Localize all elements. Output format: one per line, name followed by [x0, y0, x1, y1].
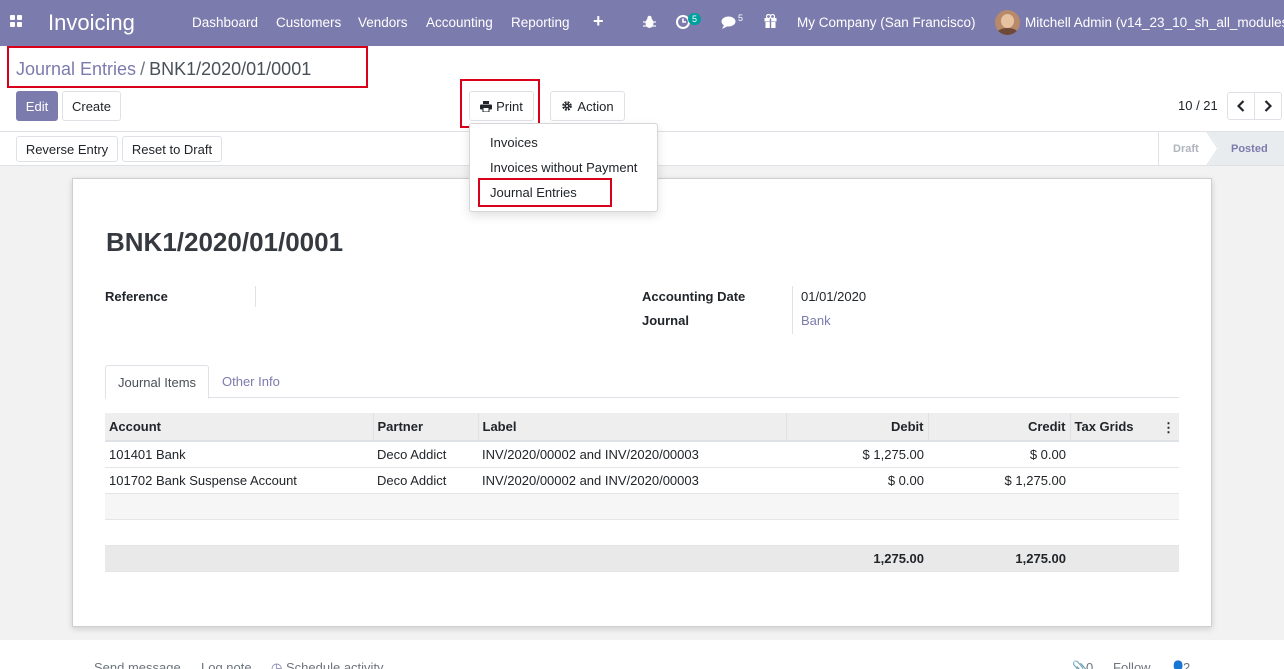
tab-other-info[interactable]: Other Info: [210, 365, 292, 398]
follow-button[interactable]: Follow: [1113, 660, 1151, 669]
message-count: 5: [738, 13, 744, 23]
accounting-date-value: 01/01/2020: [801, 289, 867, 304]
menu-vendors[interactable]: Vendors: [358, 15, 408, 30]
menu-accounting[interactable]: Accounting: [426, 15, 493, 30]
cell-debit: $ 0.00: [786, 467, 928, 494]
followers-count: 2: [1183, 660, 1191, 669]
cell-tax-grids: [1070, 441, 1179, 468]
company-switcher[interactable]: My Company (San Francisco): [797, 15, 976, 30]
column-debit[interactable]: Debit: [786, 413, 929, 442]
cell-account: 101702 Bank Suspense Account: [105, 467, 373, 494]
edit-button[interactable]: Edit: [16, 91, 58, 121]
user-avatar[interactable]: [995, 10, 1020, 35]
notebook-tabs: Journal Items Other Info: [105, 365, 1179, 399]
log-note-button[interactable]: Log note: [201, 660, 252, 669]
totals-row: 1,275.00 1,275.00: [105, 545, 1179, 572]
chevron-right-icon: [1264, 100, 1272, 112]
apps-menu-icon[interactable]: [10, 15, 24, 29]
column-partner[interactable]: Partner: [373, 413, 479, 442]
pager-next-button[interactable]: [1254, 92, 1282, 120]
gift-icon[interactable]: [764, 14, 777, 28]
tab-journal-items[interactable]: Journal Items: [105, 365, 210, 399]
status-posted: Posted: [1231, 142, 1268, 155]
column-credit[interactable]: Credit: [928, 413, 1071, 442]
reset-to-draft-button[interactable]: Reset to Draft: [122, 136, 222, 162]
schedule-activity-button[interactable]: Schedule activity: [286, 660, 384, 669]
cell-account: 101401 Bank: [105, 441, 373, 468]
attachment-count: 0: [1086, 660, 1094, 669]
menu-reporting[interactable]: Reporting: [511, 15, 570, 30]
activity-count-badge: 5: [688, 13, 702, 25]
field-divider: [792, 286, 793, 334]
status-draft[interactable]: Draft: [1173, 132, 1199, 165]
cell-credit: $ 1,275.00: [928, 467, 1070, 494]
menu-dashboard[interactable]: Dashboard: [192, 15, 258, 30]
tax-grids-label: Tax Grids: [1074, 419, 1134, 434]
highlight-breadcrumb: [7, 46, 368, 88]
journal-label: Journal: [642, 313, 689, 328]
total-debit: 1,275.00: [786, 545, 928, 572]
journal-link[interactable]: Bank: [801, 313, 831, 328]
create-button[interactable]: Create: [62, 91, 121, 121]
column-tax-grids[interactable]: Tax Grids ⋮: [1070, 413, 1179, 442]
action-button[interactable]: Action: [550, 91, 625, 121]
print-item-invoices-without-payment[interactable]: Invoices without Payment: [490, 160, 637, 175]
chevron-left-icon: [1237, 100, 1245, 112]
column-account[interactable]: Account: [105, 413, 374, 442]
print-item-invoices[interactable]: Invoices: [490, 135, 538, 150]
schedule-activity-icon[interactable]: ◷: [271, 660, 282, 669]
column-label[interactable]: Label: [478, 413, 787, 442]
journal-items-table: Account Partner Label Debit Credit Tax G…: [105, 413, 1179, 572]
table-row[interactable]: 101702 Bank Suspense Account Deco Addict…: [105, 467, 1179, 494]
action-label: Action: [577, 98, 614, 114]
menu-customers[interactable]: Customers: [276, 15, 341, 30]
user-menu[interactable]: Mitchell Admin (v14_23_10_sh_all_modules…: [1025, 15, 1284, 30]
cell-partner: Deco Addict: [373, 467, 478, 494]
entry-title: BNK1/2020/01/0001: [106, 227, 344, 257]
highlight-journal-entries-item: [478, 178, 612, 207]
highlight-print: [460, 79, 540, 128]
pager-value[interactable]: 10 / 21: [1178, 98, 1218, 113]
empty-row: [105, 493, 1179, 520]
bug-icon[interactable]: [643, 15, 656, 29]
gear-icon: [562, 101, 573, 111]
spacer-row: [105, 519, 1179, 546]
column-options-icon[interactable]: ⋮: [1162, 420, 1175, 436]
accounting-date-label: Accounting Date: [642, 289, 746, 304]
reverse-entry-button[interactable]: Reverse Entry: [16, 136, 118, 162]
messages-icon[interactable]: [721, 16, 736, 29]
reference-label: Reference: [105, 289, 168, 304]
cell-label: INV/2020/00002 and INV/2020/00003: [478, 467, 786, 494]
cell-tax-grids: [1070, 467, 1179, 494]
total-credit: 1,275.00: [928, 545, 1070, 572]
reference-field[interactable]: [255, 286, 256, 307]
cell-label: INV/2020/00002 and INV/2020/00003: [478, 441, 786, 468]
cell-debit: $ 1,275.00: [786, 441, 928, 468]
top-navbar: Invoicing Dashboard Customers Vendors Ac…: [0, 0, 1284, 46]
table-header-row: Account Partner Label Debit Credit Tax G…: [105, 413, 1179, 442]
cell-partner: Deco Addict: [373, 441, 478, 468]
app-name: Invoicing: [48, 10, 135, 35]
pager-previous-button[interactable]: [1227, 92, 1255, 120]
form-sheet: BNK1/2020/01/0001 Reference Accounting D…: [72, 178, 1212, 627]
cell-credit: $ 0.00: [928, 441, 1070, 468]
table-row[interactable]: 101401 Bank Deco Addict INV/2020/00002 a…: [105, 441, 1179, 468]
plus-icon[interactable]: +: [593, 11, 604, 32]
send-message-button[interactable]: Send message: [94, 660, 181, 669]
